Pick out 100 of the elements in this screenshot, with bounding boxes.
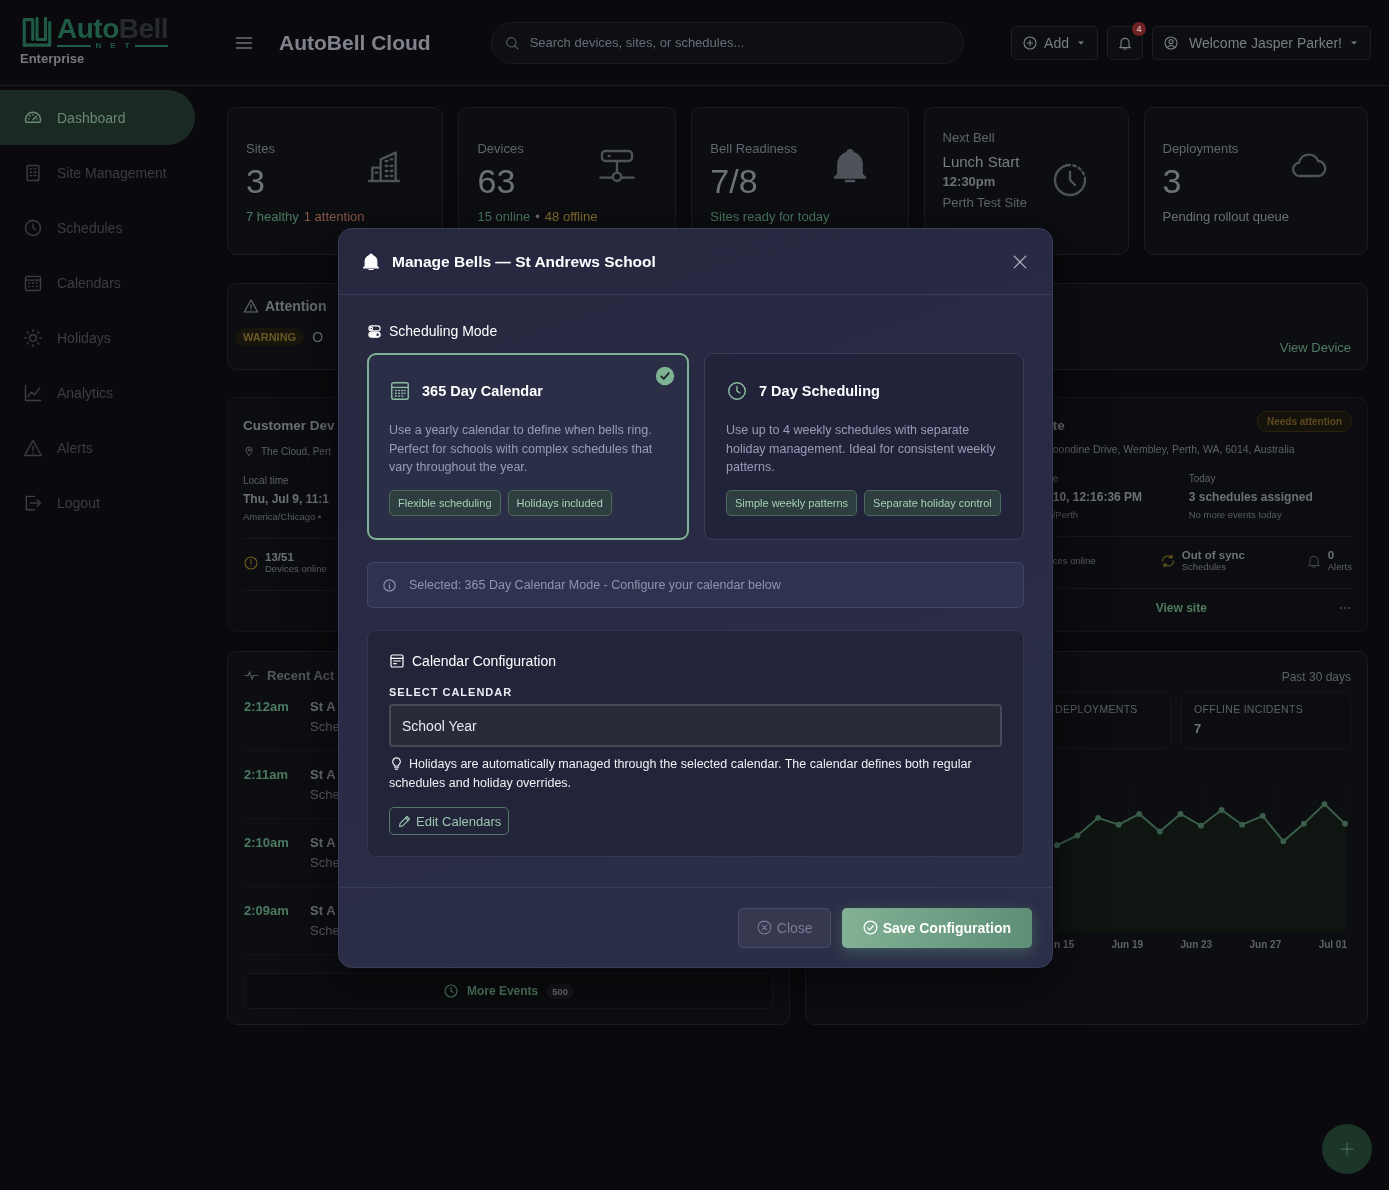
more-events-button[interactable]: More Events 500 (244, 973, 773, 1009)
chart-point (1218, 807, 1225, 813)
schedule-note: No more events today (1188, 509, 1282, 520)
check-circle-icon (861, 919, 879, 936)
field-label: Local time (243, 475, 289, 486)
save-button[interactable]: Save Configuration (841, 907, 1032, 948)
field-label: Today (1188, 473, 1216, 484)
calendar-icon (389, 653, 405, 669)
search-icon (503, 34, 520, 51)
timezone: America/Chicago • (243, 511, 322, 522)
mode-title: 7 Day Scheduling (759, 383, 880, 399)
event-detail: Sche (310, 719, 340, 734)
edition-label: Enterprise (20, 51, 86, 66)
chart-point (1300, 820, 1307, 827)
site-address: oondine Drive, Wembley, Perth, WA, 6014, Australia (1052, 443, 1295, 455)
tile-value: 7 (1194, 721, 1202, 736)
mode-card[interactable]: 7 Day Scheduling Use up to 4 weekly schedules with separate holiday management. Ideal for consistent weekly patterns. Simple weekly patterns Separate holiday control (704, 353, 1024, 540)
stat-label: Bell Readiness (710, 141, 798, 156)
device-count: 13/51 (265, 551, 294, 563)
logo-text: Auto (57, 14, 119, 44)
sync-icon (1159, 552, 1176, 569)
pulse-icon (244, 668, 259, 683)
stat-note: Pending rollout queue (1162, 209, 1289, 224)
mode-card[interactable]: 365 Day Calendar Use a yearly calendar to define when bells ring. Perfect for schools with complex schedules that vary throughout the year. Flexible scheduling Holidays included (367, 353, 689, 540)
chart-point (1239, 821, 1246, 828)
status-badge: Needs attention (1257, 411, 1352, 432)
stat-note: 1 attention (303, 209, 365, 224)
stat-label: Next Bell (942, 130, 995, 145)
stat-label: Sites (246, 141, 275, 156)
feature-tag: Flexible scheduling (389, 489, 501, 516)
event-site: St A (310, 699, 336, 714)
mode-description: Use up to 4 weekly schedules with separate holiday management. Ideal for consistent weekly patterns. (726, 422, 997, 476)
event-site: St A (310, 903, 336, 918)
stat-value: 63 (477, 162, 516, 201)
stat-value: 3 (246, 162, 265, 201)
chart-point (1074, 832, 1081, 839)
section-title: Scheduling Mode (389, 323, 498, 339)
search-field[interactable]: Search devices, sites, or schedules... (490, 21, 964, 64)
user-menu[interactable]: Welcome Jasper Parker! (1152, 25, 1371, 60)
logo-icon (20, 14, 54, 48)
view-site-link[interactable]: View site (1155, 601, 1207, 615)
period-label: Past 30 days (1281, 670, 1351, 684)
device-label: ces online (1052, 555, 1096, 566)
axis-label: n 15 (1054, 939, 1074, 950)
clock-icon (442, 983, 459, 999)
sync-status: Out of sync (1181, 549, 1245, 561)
pencil-icon (397, 813, 412, 829)
site-title: te (1052, 418, 1065, 433)
chart-point (1115, 821, 1122, 828)
sidebar-item[interactable]: Dashboard (0, 90, 195, 145)
chart-point (1136, 810, 1143, 817)
edit-calendars-button[interactable]: Edit Calendars (389, 807, 510, 835)
event-site: St A (310, 767, 336, 782)
local-time: 10, 12:16:36 PM (1052, 490, 1143, 504)
axis-label: Jun 23 (1180, 939, 1213, 950)
chart-point (1095, 814, 1102, 821)
toggle-icon (367, 323, 382, 339)
site-name: Perth Test Site (942, 195, 1027, 210)
section-title: Calendar Configuration (412, 653, 556, 669)
axis-label: Jun 27 (1249, 939, 1282, 950)
stat-note: 15 online (477, 209, 531, 224)
info-icon (382, 577, 397, 593)
chart-point (1054, 842, 1060, 849)
add-button[interactable]: Add (1011, 25, 1098, 60)
feature-tag: Simple weekly patterns (726, 489, 858, 516)
stat-note: 48 offline (544, 209, 598, 224)
event-detail: Sche (310, 787, 340, 802)
chart-point (1156, 828, 1163, 835)
tile-label: DEPLOYMENTS (1055, 703, 1138, 715)
chart-point (1280, 838, 1287, 845)
event-detail: Sche (310, 923, 340, 938)
chart-point (1177, 810, 1184, 817)
stat-label: Deployments (1162, 141, 1239, 156)
event-detail: Sche (310, 855, 340, 870)
device-label: Devices online (265, 563, 327, 574)
event-time: 2:12am (244, 699, 289, 716)
close-button[interactable]: Close (737, 907, 831, 948)
chart-point (1198, 822, 1204, 829)
check-icon (655, 366, 675, 386)
count-badge: 500 (546, 983, 575, 999)
app-title: AutoBell Cloud (279, 30, 431, 55)
chart-point (1321, 801, 1328, 808)
stat-note: 7 healthy (246, 209, 299, 224)
alert-icon (243, 554, 259, 571)
hint-text: Holidays are automatically managed through the selected calendar. The calendar defines both regular schedules and holiday overrides. (389, 755, 973, 792)
view-device-link[interactable]: View Device (1279, 340, 1351, 355)
sync-label: Schedules (1181, 561, 1227, 572)
clock-icon (23, 217, 43, 238)
tile-label: OFFLINE INCIDENTS (1194, 703, 1303, 715)
bell-time: 12:30pm (942, 174, 996, 189)
calendar-select[interactable]: School Year (389, 704, 1002, 747)
dialog-title: Manage Bells — St Andrews School (392, 252, 657, 271)
add-button[interactable] (1322, 1124, 1372, 1174)
notification-badge: 4 (1132, 21, 1146, 36)
event-time: 2:11am (244, 767, 289, 784)
notifications-button[interactable]: 4 (1107, 25, 1143, 60)
site-title: Customer Dev (243, 418, 335, 433)
user-icon (1163, 34, 1179, 51)
mode-description: Use a yearly calendar to define when bells ring. Perfect for schools with complex schedules that vary throughout the year. (389, 422, 654, 476)
bell-name: Lunch Start (942, 153, 1020, 170)
